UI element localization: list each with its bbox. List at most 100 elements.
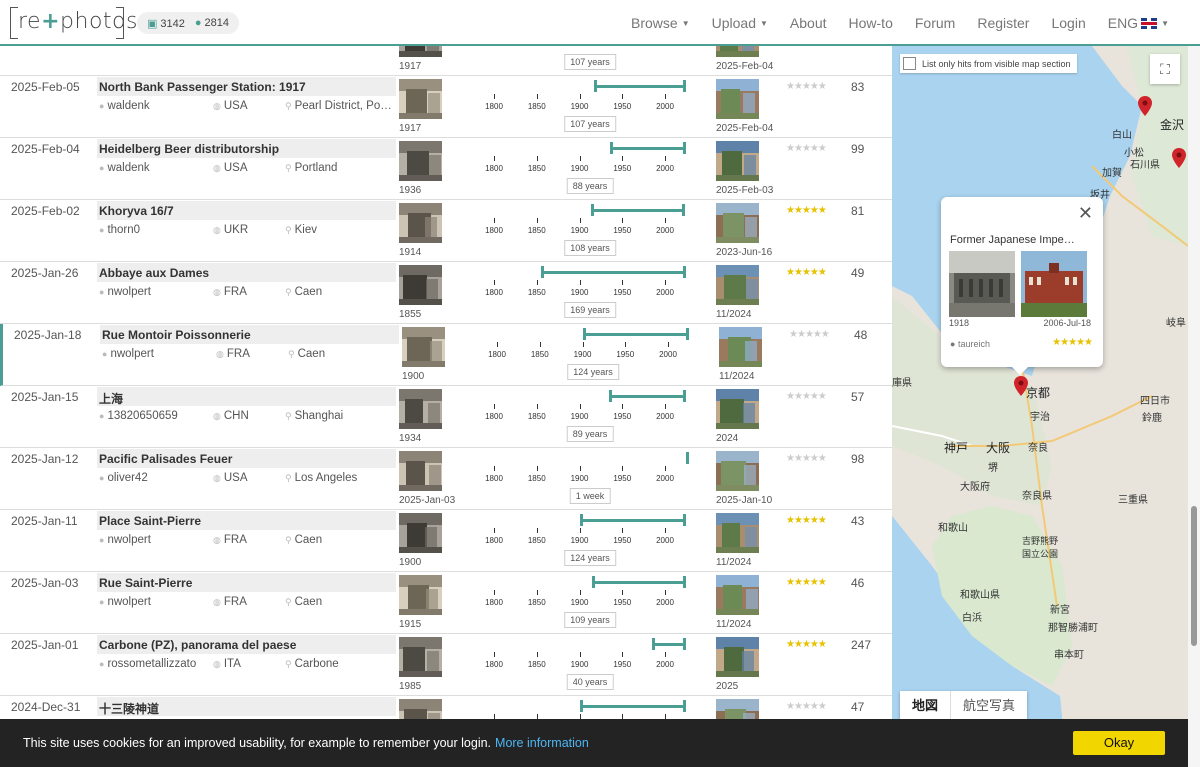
- site-stats: ▣ 3142 ● 2814: [137, 12, 240, 34]
- photo-row[interactable]: 2025-Jan-26 Abbaye aux Dames ● nwolpert ◍ FRA…: [0, 262, 892, 324]
- row-title[interactable]: 上海: [99, 390, 123, 407]
- nav-forum[interactable]: Forum: [904, 15, 966, 31]
- timeline-tick: [622, 156, 624, 161]
- scrollbar-thumb[interactable]: [1191, 506, 1197, 646]
- row-score: 99: [851, 142, 865, 156]
- filter-checkbox[interactable]: [903, 57, 916, 70]
- row-user[interactable]: ● waldenk: [99, 100, 150, 112]
- visible-section-filter[interactable]: List only hits from visible map section: [900, 54, 1077, 73]
- row-title[interactable]: Heidelberg Beer distributorship: [99, 142, 279, 156]
- location-pin-icon: ⚲: [285, 163, 292, 173]
- row-user[interactable]: ● nwolpert: [102, 348, 154, 360]
- row-title[interactable]: Carbone (PZ), panorama del paese: [99, 638, 296, 652]
- nav-item[interactable]: Upload ▼: [701, 15, 779, 31]
- timeline-tick: [497, 342, 498, 347]
- nav-browse[interactable]: Browse: [620, 15, 678, 31]
- more-information-link[interactable]: More information: [495, 736, 589, 750]
- old-photo-thumbnail[interactable]: [399, 46, 442, 57]
- row-user[interactable]: ● nwolpert: [99, 534, 151, 546]
- nav-how-to[interactable]: How-to: [838, 15, 904, 31]
- row-user[interactable]: ● waldenk: [99, 162, 150, 174]
- timeline-tick: [622, 404, 624, 409]
- popup-old-photo[interactable]: [949, 251, 1015, 317]
- new-photo-thumbnail[interactable]: [719, 327, 762, 367]
- map-place-label: 加賀: [1102, 168, 1122, 179]
- row-title[interactable]: Rue Montoir Poissonnerie: [102, 328, 251, 342]
- photo-row[interactable]: 2025-Jan-12 Pacific Palisades Feuer ● olive…: [0, 448, 892, 510]
- row-title[interactable]: Khoryva 16/7: [99, 204, 174, 218]
- row-title[interactable]: Rue Saint-Pierre: [99, 576, 192, 590]
- photo-row[interactable]: 2025-Jan-11 Place Saint-Pierre ● nwolpert ◍ F…: [0, 510, 892, 572]
- new-photo-thumbnail[interactable]: [716, 203, 759, 243]
- nav-login[interactable]: Login: [1040, 15, 1096, 31]
- new-photo-thumbnail[interactable]: [716, 575, 759, 615]
- map-place-label: 和歌山県: [960, 590, 1000, 601]
- row-user[interactable]: ● thorn0: [99, 224, 140, 236]
- row-user[interactable]: ● oliver42: [99, 472, 148, 484]
- map-marker[interactable]: [1172, 148, 1186, 168]
- popup-user[interactable]: ● taureich: [950, 339, 990, 349]
- row-user[interactable]: ● 13820650659: [99, 410, 178, 422]
- photo-row[interactable]: 2025-Jan-01 Carbone (PZ), panorama del pa…: [0, 634, 892, 696]
- new-photo-thumbnail[interactable]: [716, 389, 759, 429]
- nav-item[interactable]: Browse ▼: [620, 15, 701, 31]
- map[interactable]: List only hits from visible map section …: [892, 46, 1188, 767]
- logo[interactable]: re+photos: [10, 7, 137, 39]
- old-photo-thumbnail[interactable]: [399, 513, 442, 553]
- new-photo-thumbnail[interactable]: [716, 637, 759, 677]
- row-user[interactable]: ● nwolpert: [99, 596, 151, 608]
- old-photo-thumbnail[interactable]: [399, 141, 442, 181]
- map-popup[interactable]: ✕ Former Japanese Impe… 1918 2006-Jul-18…: [941, 197, 1103, 375]
- photo-row[interactable]: 2025-Feb-04 Heidelberg Beer distributorsh…: [0, 138, 892, 200]
- timeline-tick-label: 1850: [527, 412, 546, 421]
- timeline-tick: [494, 652, 495, 657]
- photo-row[interactable]: 2025-Jan-03 Rue Saint-Pierre ● nwolpert ◍ FRA…: [0, 572, 892, 634]
- map-type-map[interactable]: 地図: [900, 691, 952, 721]
- row-title[interactable]: North Bank Passenger Station: 1917: [99, 80, 306, 94]
- old-photo-thumbnail[interactable]: [399, 575, 442, 615]
- old-photo-thumbnail[interactable]: [399, 389, 442, 429]
- nav-upload[interactable]: Upload: [701, 15, 756, 31]
- photo-row[interactable]: 2025-Jan-15 上海 ● 13820650659 ◍ CHN ⚲ Shanghai 19…: [0, 386, 892, 448]
- new-photo-thumbnail[interactable]: [716, 141, 759, 181]
- timeline-tick-label: 1900: [570, 536, 589, 545]
- new-photo-thumbnail[interactable]: [716, 513, 759, 553]
- old-photo-thumbnail[interactable]: [399, 637, 442, 677]
- row-title[interactable]: 十三陵神道: [99, 700, 159, 717]
- row-user[interactable]: ● rossometallizzato: [99, 658, 196, 670]
- map-place-label: 鈴鹿: [1142, 413, 1162, 424]
- row-title[interactable]: Place Saint-Pierre: [99, 514, 201, 528]
- old-photo-thumbnail[interactable]: [399, 203, 442, 243]
- close-icon[interactable]: ✕: [1078, 203, 1093, 224]
- new-photo-thumbnail[interactable]: [716, 79, 759, 119]
- row-country: ◍ CHN: [213, 410, 249, 422]
- popup-title[interactable]: Former Japanese Impe…: [950, 234, 1080, 246]
- photo-row[interactable]: 2025-Feb-02 Khoryva 16/7 ● thorn0 ◍ UKR ⚲ Kiev 1…: [0, 200, 892, 262]
- new-photo-thumbnail[interactable]: [716, 451, 759, 491]
- row-user[interactable]: ● nwolpert: [99, 286, 151, 298]
- popup-new-photo[interactable]: [1021, 251, 1087, 317]
- row-title[interactable]: Abbaye aux Dames: [99, 266, 209, 280]
- cookie-okay-button[interactable]: Okay: [1073, 731, 1165, 755]
- old-photo-thumbnail[interactable]: [399, 451, 442, 491]
- nav-register[interactable]: Register: [966, 15, 1040, 31]
- language-selector[interactable]: ENG ▼: [1097, 15, 1180, 31]
- fullscreen-button[interactable]: ⛶: [1150, 54, 1180, 84]
- photo-row[interactable]: 1917 2025-Feb-04 107 years: [0, 46, 892, 76]
- page-scrollbar[interactable]: [1188, 46, 1200, 767]
- new-photo-thumbnail[interactable]: [716, 265, 759, 305]
- old-photo-thumbnail[interactable]: [402, 327, 445, 367]
- nav-about[interactable]: About: [779, 15, 838, 31]
- row-date: 2025-Jan-03: [11, 576, 79, 590]
- old-photo-thumbnail[interactable]: [399, 79, 442, 119]
- photo-row[interactable]: 2025-Feb-05 North Bank Passenger Station:…: [0, 76, 892, 138]
- map-type-satellite[interactable]: 航空写真: [951, 691, 1027, 721]
- new-photo-thumbnail[interactable]: [716, 46, 759, 57]
- image-icon: ▣: [147, 17, 158, 30]
- row-title[interactable]: Pacific Palisades Feuer: [99, 452, 232, 466]
- site-header: re+photos ▣ 3142 ● 2814 Browse ▼ Upload ▼ Abou…: [0, 0, 1200, 46]
- old-photo-thumbnail[interactable]: [399, 265, 442, 305]
- timeline-span: [652, 638, 687, 650]
- map-marker[interactable]: [1138, 96, 1152, 116]
- photo-row[interactable]: 2025-Jan-18 Rue Montoir Poissonnerie ● nwol…: [0, 324, 892, 386]
